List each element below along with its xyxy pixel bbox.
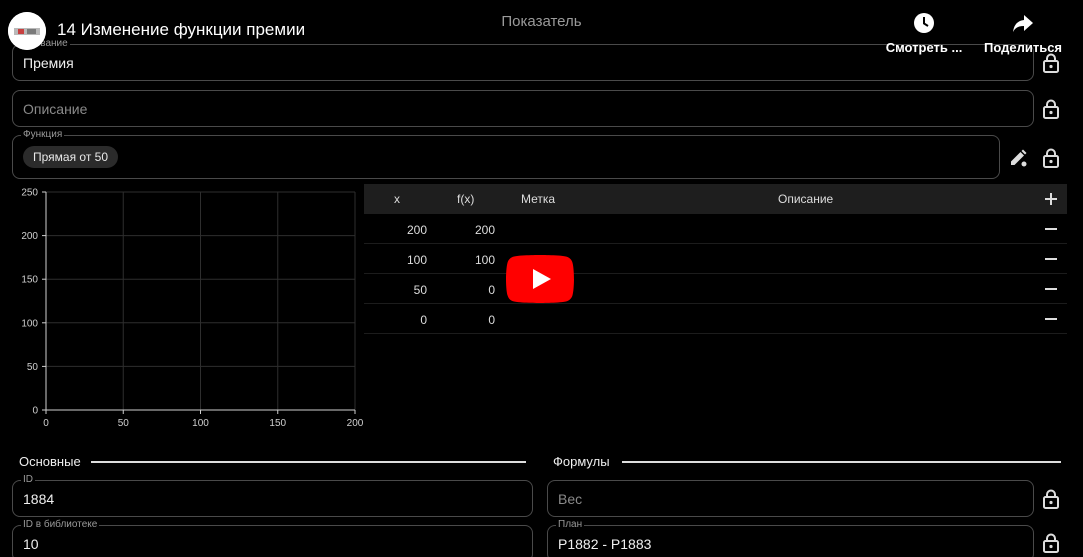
id-field-label: ID (21, 474, 35, 486)
x-tick-label: 0 (43, 418, 49, 429)
x-tick-label: 100 (192, 418, 209, 429)
table-row: 0 0 (364, 304, 1067, 334)
cell-fx: 100 (474, 253, 495, 267)
share-label: Поделиться (983, 40, 1063, 55)
channel-avatar[interactable] (8, 12, 46, 50)
y-tick-label: 150 (21, 275, 38, 286)
points-table: x f(x) Метка Описание 200 200 100 100 50… (364, 184, 1067, 334)
x-tick-label: 150 (269, 418, 286, 429)
watch-later-label: Смотреть ... (885, 40, 963, 55)
cell-fx: 0 (488, 313, 495, 327)
table-header: x f(x) Метка Описание (364, 184, 1067, 214)
header-x: x (394, 192, 400, 206)
function-chip[interactable]: Прямая от 50 (23, 146, 119, 168)
header-description: Описание (778, 192, 834, 206)
y-tick-label: 0 (32, 406, 38, 417)
id-field[interactable]: ID 1884 (12, 474, 533, 517)
edit-function-icon[interactable] (1008, 148, 1028, 168)
x-tick-label: 200 (347, 418, 364, 429)
function-chart: 0 50 100 150 200 0 50 100 150 200 250 (21, 188, 364, 430)
y-tick-label: 200 (21, 231, 38, 242)
remove-row-icon[interactable] (1045, 258, 1057, 260)
y-tick-label: 250 (21, 188, 38, 199)
plan-field-value: P1882 - P1883 (558, 536, 652, 552)
y-tick-label: 100 (21, 318, 38, 329)
function-field-label: Функция (21, 129, 65, 141)
x-tick-label: 50 (118, 418, 130, 429)
cell-fx: 200 (474, 223, 495, 237)
cell-x: 0 (420, 313, 427, 327)
plan-field-label: План (556, 519, 585, 531)
cell-fx: 0 (488, 283, 495, 297)
section-divider (91, 461, 526, 463)
library-id-field[interactable]: ID в библиотеке 10 (12, 519, 533, 557)
lock-icon[interactable] (1042, 489, 1060, 509)
name-field-value: Премия (23, 54, 74, 71)
lock-icon[interactable] (1042, 53, 1060, 73)
id-field-value: 1884 (23, 490, 55, 507)
table-row: 100 100 (364, 244, 1067, 274)
header-fx: f(x) (457, 192, 475, 206)
share-icon (1013, 15, 1033, 32)
lock-icon[interactable] (1042, 148, 1060, 168)
library-id-value: 10 (23, 536, 39, 552)
remove-row-icon[interactable] (1045, 228, 1057, 230)
share-button[interactable]: Поделиться (981, 12, 1065, 55)
play-icon[interactable] (506, 255, 574, 303)
section-divider (622, 461, 1061, 463)
weight-placeholder: Вес (558, 490, 583, 507)
cell-x: 100 (406, 253, 427, 267)
section-formulas-title: Формулы (553, 454, 610, 469)
video-title[interactable]: 14 Изменение функции премии (57, 20, 305, 40)
y-tick-label: 50 (27, 362, 39, 373)
remove-row-icon[interactable] (1045, 288, 1057, 290)
plan-field[interactable]: План P1882 - P1883 (547, 519, 1034, 557)
lock-icon[interactable] (1042, 533, 1060, 553)
cell-x: 200 (406, 223, 427, 237)
description-field[interactable]: Описание (12, 90, 1034, 127)
table-row: 200 200 (364, 214, 1067, 244)
section-basic-title: Основные (19, 454, 81, 469)
clock-icon (914, 13, 934, 33)
watch-later-button[interactable]: Смотреть ... (880, 12, 968, 55)
add-row-icon[interactable] (1045, 193, 1057, 205)
library-id-label: ID в библиотеке (21, 519, 100, 531)
function-field[interactable]: Функция Прямая от 50 (12, 129, 1000, 179)
cell-x: 50 (413, 283, 427, 297)
remove-row-icon[interactable] (1045, 318, 1057, 320)
description-placeholder: Описание (23, 100, 88, 117)
header-label: Метка (521, 192, 556, 206)
weight-field[interactable]: Вес (547, 480, 1034, 517)
table-row: 50 0 (364, 274, 1067, 304)
lock-icon[interactable] (1042, 99, 1060, 119)
